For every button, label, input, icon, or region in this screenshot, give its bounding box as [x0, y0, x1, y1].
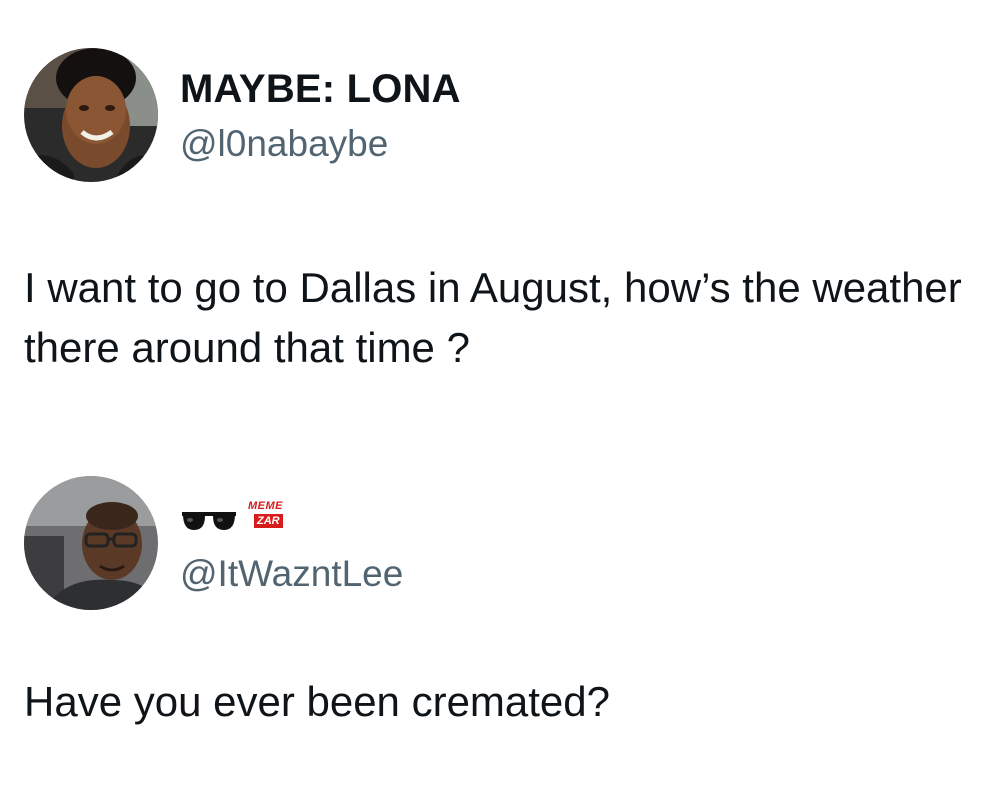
tweet-text: Have you ever been cremated? — [24, 678, 611, 725]
tweet-text: I want to go to Dallas in August, how’s … — [24, 264, 962, 371]
display-name[interactable]: MAYBE: LONA — [180, 66, 461, 112]
sunglasses-icon — [182, 512, 236, 530]
display-name[interactable]: MEME ZAR — [180, 500, 320, 540]
user-handle[interactable]: @l0nabaybe — [180, 122, 388, 166]
user-handle[interactable]: @ItWazntLee — [180, 552, 403, 596]
watermark-line1: MEME — [248, 500, 283, 512]
user-avatar-man-icon — [24, 476, 158, 610]
avatar[interactable] — [24, 48, 158, 182]
memezar-watermark-logo: MEME ZAR — [248, 500, 300, 540]
user-avatar-woman-icon — [24, 48, 158, 182]
avatar[interactable] — [24, 476, 158, 610]
watermark-line2: ZAR — [254, 514, 283, 528]
